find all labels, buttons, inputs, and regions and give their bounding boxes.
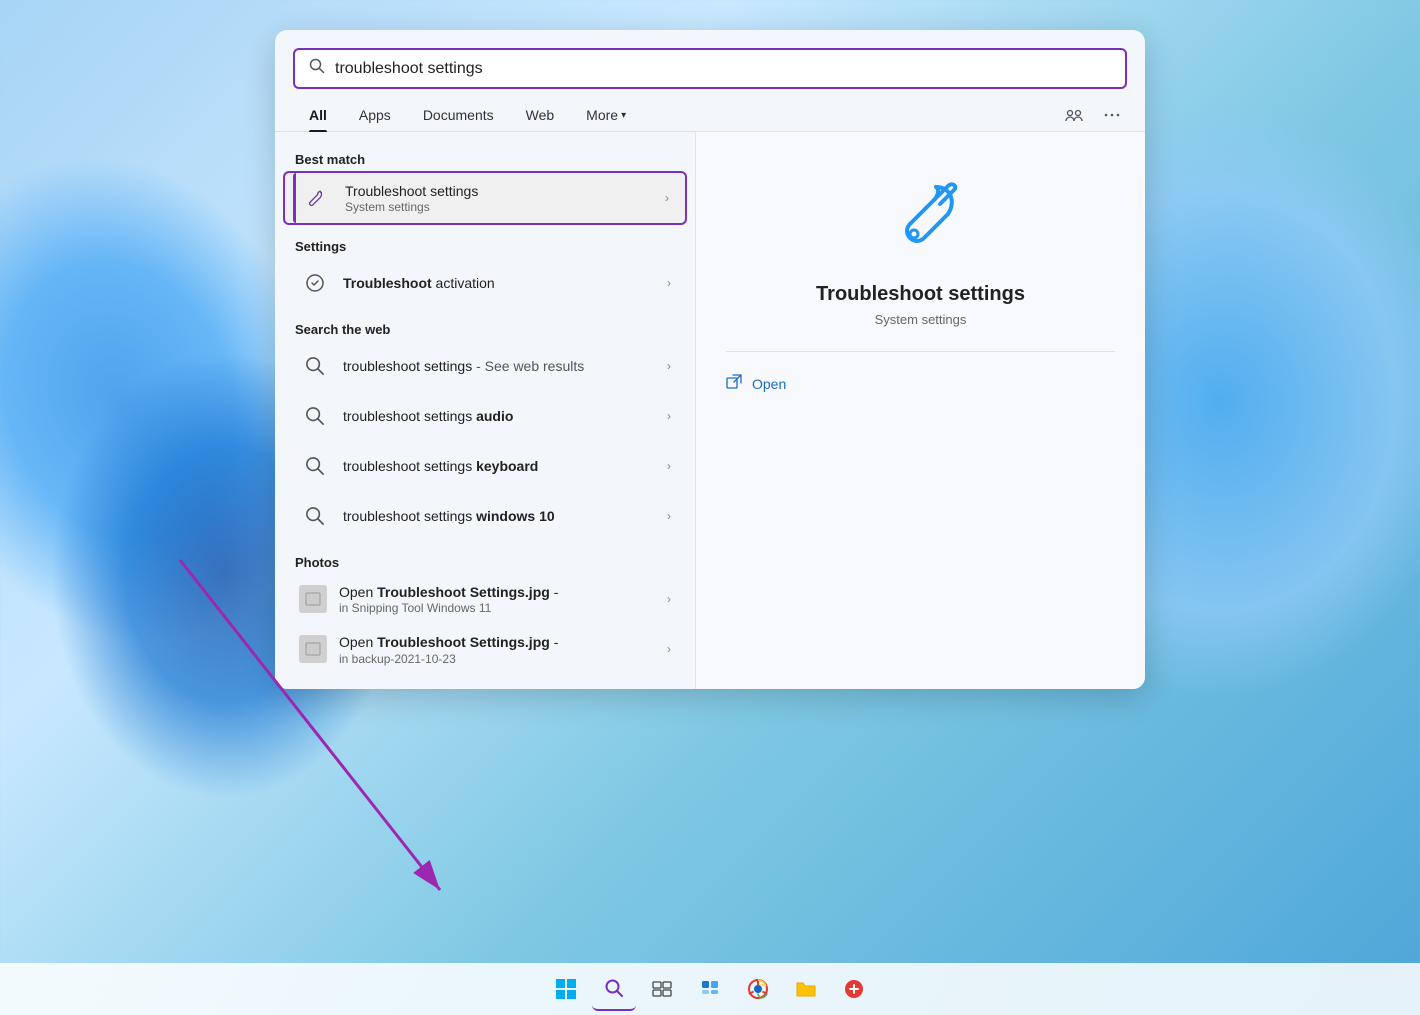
tab-more[interactable]: More ▾ xyxy=(570,99,642,131)
chevron-down-icon: ▾ xyxy=(621,110,626,121)
detail-divider xyxy=(726,351,1115,352)
open-label: Open xyxy=(752,376,786,392)
photo-result-2-subtitle: in backup-2021-10-23 xyxy=(339,652,659,666)
detail-subtitle: System settings xyxy=(875,312,967,327)
best-match-title: Troubleshoot settings xyxy=(345,182,657,200)
search-box[interactable]: troubleshoot settings xyxy=(293,48,1127,89)
best-match-label: Best match xyxy=(275,146,695,171)
settings-label: Settings xyxy=(275,233,695,258)
tab-all[interactable]: All xyxy=(293,99,343,131)
photo-result-1-subtitle: in Snipping Tool Windows 11 xyxy=(339,601,659,615)
detail-open-button[interactable]: Open xyxy=(726,370,786,398)
detail-title: Troubleshoot settings xyxy=(816,283,1025,306)
web-result-4[interactable]: troubleshoot settings windows 10 › xyxy=(279,491,691,541)
web-search-label: Search the web xyxy=(275,316,695,341)
best-match-item[interactable]: Troubleshoot settings System settings › xyxy=(283,171,687,225)
person-network-button[interactable] xyxy=(1059,100,1089,130)
chevron-right-icon-7: › xyxy=(667,592,671,606)
taskbar-search[interactable] xyxy=(592,967,636,1011)
search-input[interactable]: troubleshoot settings xyxy=(335,60,1111,78)
detail-panel: Troubleshoot settings System settings Op… xyxy=(695,132,1145,689)
taskbar-widgets[interactable] xyxy=(688,967,732,1011)
circle-check-icon xyxy=(299,267,331,299)
main-content: Best match Troubleshoot settings System … xyxy=(275,132,1145,689)
tabs-right xyxy=(1059,100,1127,130)
chevron-right-icon: › xyxy=(665,191,669,205)
web-result-2-text: troubleshoot settings audio xyxy=(343,407,659,425)
wrench-icon xyxy=(301,182,333,214)
taskbar-chrome[interactable] xyxy=(736,967,780,1011)
best-match-text: Troubleshoot settings System settings xyxy=(345,182,657,214)
photo-result-2-title: Open Troubleshoot Settings.jpg - xyxy=(339,633,659,651)
taskbar-fileexplorer[interactable] xyxy=(784,967,828,1011)
chevron-right-icon-3: › xyxy=(667,359,671,373)
tabs-bar: All Apps Documents Web More ▾ xyxy=(275,89,1145,132)
search-web-icon-3 xyxy=(299,450,331,482)
web-result-3[interactable]: troubleshoot settings keyboard › xyxy=(279,441,691,491)
photo-thumb-1 xyxy=(299,585,327,613)
photo-result-1[interactable]: Open Troubleshoot Settings.jpg - in Snip… xyxy=(279,574,691,624)
accent-bar xyxy=(293,173,296,223)
search-icon xyxy=(309,58,325,79)
taskbar-start[interactable] xyxy=(544,967,588,1011)
web-result-1-title: troubleshoot settings - See web results xyxy=(343,357,659,375)
tabs-left: All Apps Documents Web More ▾ xyxy=(293,99,642,131)
chevron-right-icon-2: › xyxy=(667,276,671,290)
taskbar xyxy=(0,963,1420,1015)
chevron-right-icon-5: › xyxy=(667,459,671,473)
chevron-right-icon-4: › xyxy=(667,409,671,423)
photo-thumb-2 xyxy=(299,635,327,663)
results-panel: Best match Troubleshoot settings System … xyxy=(275,132,695,689)
external-link-icon xyxy=(726,374,742,394)
taskbar-taskview[interactable] xyxy=(640,967,684,1011)
search-web-icon-4 xyxy=(299,500,331,532)
tab-documents[interactable]: Documents xyxy=(407,99,510,131)
photos-label: Photos xyxy=(275,549,695,574)
web-result-3-text: troubleshoot settings keyboard xyxy=(343,457,659,475)
web-result-1[interactable]: troubleshoot settings - See web results … xyxy=(279,341,691,391)
search-panel: troubleshoot settings All Apps Documents… xyxy=(275,30,1145,689)
tab-web[interactable]: Web xyxy=(510,99,571,131)
web-result-4-text: troubleshoot settings windows 10 xyxy=(343,507,659,525)
photo-result-1-text: Open Troubleshoot Settings.jpg - in Snip… xyxy=(339,583,659,615)
web-result-2[interactable]: troubleshoot settings audio › xyxy=(279,391,691,441)
troubleshoot-activation-text: Troubleshoot activation xyxy=(343,274,659,292)
photo-result-2[interactable]: Open Troubleshoot Settings.jpg - in back… xyxy=(279,624,691,674)
troubleshoot-activation-title: Troubleshoot activation xyxy=(343,274,659,292)
detail-icon xyxy=(876,172,966,267)
more-options-button[interactable] xyxy=(1097,100,1127,130)
photo-result-2-text: Open Troubleshoot Settings.jpg - in back… xyxy=(339,633,659,665)
web-result-3-title: troubleshoot settings keyboard xyxy=(343,457,659,475)
search-web-icon-1 xyxy=(299,350,331,382)
best-match-subtitle: System settings xyxy=(345,200,657,214)
troubleshoot-activation-item[interactable]: Troubleshoot activation › xyxy=(279,258,691,308)
web-result-1-text: troubleshoot settings - See web results xyxy=(343,357,659,375)
search-web-icon-2 xyxy=(299,400,331,432)
tab-apps[interactable]: Apps xyxy=(343,99,407,131)
photo-result-1-title: Open Troubleshoot Settings.jpg - xyxy=(339,583,659,601)
chevron-right-icon-6: › xyxy=(667,509,671,523)
web-result-2-title: troubleshoot settings audio xyxy=(343,407,659,425)
web-result-4-title: troubleshoot settings windows 10 xyxy=(343,507,659,525)
chevron-right-icon-8: › xyxy=(667,642,671,656)
taskbar-app[interactable] xyxy=(832,967,876,1011)
